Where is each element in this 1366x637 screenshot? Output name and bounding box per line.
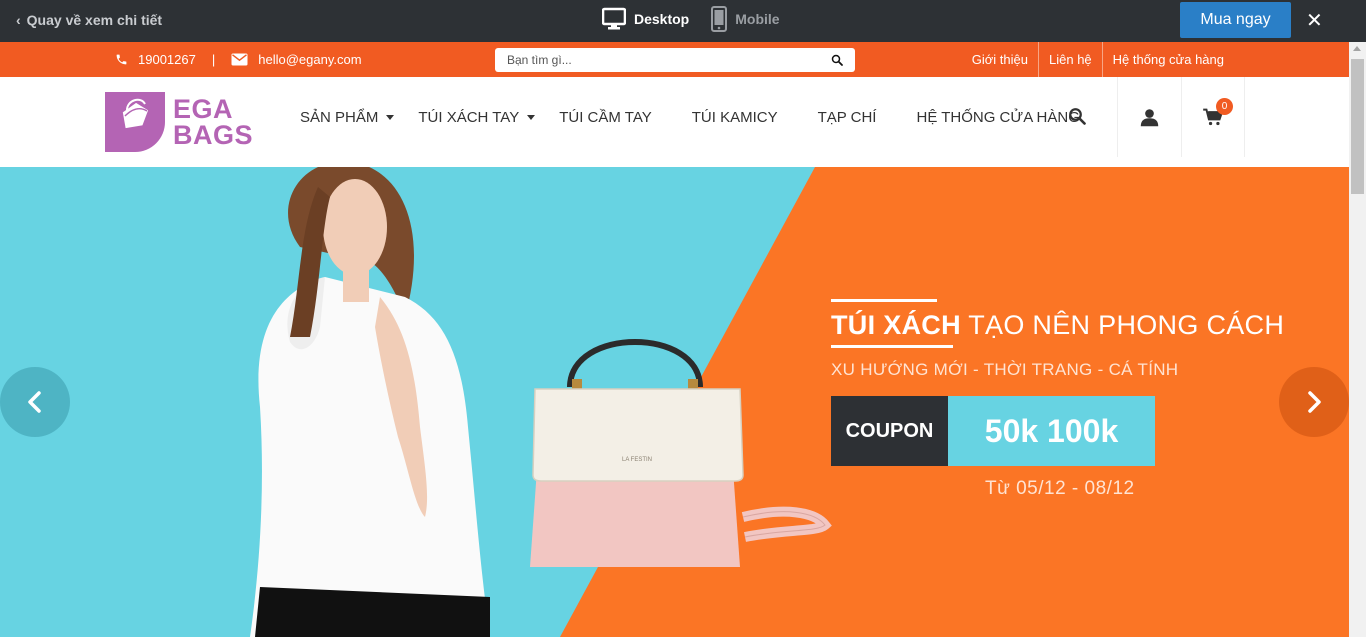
nav-clutches[interactable]: TÚI CẦM TAY xyxy=(559,109,652,126)
nav-clutches-label: TÚI CẦM TAY xyxy=(559,108,652,126)
promo-top-line xyxy=(831,299,937,302)
phone-icon xyxy=(116,54,127,65)
logo-text-line1: EGA xyxy=(173,94,234,124)
mail-icon xyxy=(231,53,248,66)
main-header: EGA BAGS SẢN PHẨM TÚI XÁCH TAY TÚI CẦM T… xyxy=(0,77,1349,167)
contact-info: 19001267 | hello@egany.com xyxy=(115,52,362,67)
nav-magazine[interactable]: TẠP CHÍ xyxy=(818,109,877,126)
nav-magazine-label: TẠP CHÍ xyxy=(817,108,877,126)
nav-handbags-label: TÚI XÁCH TAY xyxy=(418,108,520,126)
back-link-label: Quay về xem chi tiết xyxy=(26,12,163,28)
promo-subtitle: XU HƯỚNG MỚI - THỜI TRANG - CÁ TÍNH xyxy=(831,360,1179,379)
main-nav: SẢN PHẨM TÚI XÁCH TAY TÚI CẦM TAY TÚI KA… xyxy=(300,77,1120,157)
caret-down-icon xyxy=(386,114,395,120)
page-scrollbar[interactable] xyxy=(1349,42,1366,637)
coupon-value: 50k 100k xyxy=(948,396,1155,466)
nav-stores[interactable]: HỆ THỐNG CỬA HÀNG xyxy=(916,109,1079,126)
caret-down-icon xyxy=(527,114,536,120)
top-links: Giới thiệu Liên hệ Hệ thống cửa hàng xyxy=(962,42,1234,77)
link-about[interactable]: Giới thiệu xyxy=(962,42,1038,77)
chevron-left-icon xyxy=(28,391,41,413)
nav-handbags[interactable]: TÚI XÁCH TAY xyxy=(418,108,536,126)
email-address[interactable]: hello@egany.com xyxy=(258,52,361,67)
link-contact[interactable]: Liên hệ xyxy=(1038,42,1102,77)
account-button[interactable] xyxy=(1117,77,1181,157)
nav-stores-label: HỆ THỐNG CỬA HÀNG xyxy=(916,108,1080,126)
chevron-left-icon: ‹ xyxy=(16,12,21,28)
promo-title-rest: TẠO NÊN PHONG CÁCH xyxy=(960,310,1285,340)
header-actions: 0 xyxy=(1117,77,1245,157)
nav-kamicy-label: TÚI KAMICY xyxy=(691,108,778,126)
nav-kamicy[interactable]: TÚI KAMICY xyxy=(692,109,778,126)
scroll-up-arrow-icon[interactable] xyxy=(1353,46,1361,51)
logo-text: EGA BAGS xyxy=(173,94,254,150)
desktop-icon xyxy=(602,7,626,30)
promo-title: TÚI XÁCH TẠO NÊN PHONG CÁCH xyxy=(831,310,1284,341)
logo[interactable]: EGA BAGS xyxy=(105,92,253,152)
preview-bar: ‹ Quay về xem chi tiết Desktop Mobile Mu… xyxy=(0,0,1366,42)
buy-now-button[interactable]: Mua ngay xyxy=(1180,2,1291,38)
nav-products[interactable]: SẢN PHẨM xyxy=(300,108,395,126)
phone-number[interactable]: 19001267 xyxy=(138,52,196,67)
handbag-image: LA FESTIN xyxy=(530,339,832,567)
promo-underline xyxy=(831,345,953,348)
desktop-label: Desktop xyxy=(634,11,690,27)
coupon-label: COUPON xyxy=(831,396,948,466)
link-store-system[interactable]: Hệ thống cửa hàng xyxy=(1101,42,1234,77)
chevron-right-icon xyxy=(1308,391,1321,413)
nav-products-label: SẢN PHẨM xyxy=(300,108,379,126)
user-icon xyxy=(1140,108,1159,126)
mobile-view-button[interactable]: Mobile xyxy=(711,6,780,32)
top-contact-bar: 19001267 | hello@egany.com Giới thiệu Li… xyxy=(0,42,1349,77)
website-preview: 19001267 | hello@egany.com Giới thiệu Li… xyxy=(0,42,1349,637)
slider-prev-button[interactable] xyxy=(0,367,70,437)
cart-count-badge: 0 xyxy=(1216,98,1233,115)
mobile-icon xyxy=(711,6,728,32)
bag-brand-text: LA FESTIN xyxy=(622,457,652,463)
mobile-label: Mobile xyxy=(735,11,780,27)
model-image xyxy=(250,167,490,637)
promo-title-bold: TÚI XÁCH xyxy=(831,310,961,340)
bag-logo-icon xyxy=(105,92,165,152)
scrollbar-thumb[interactable] xyxy=(1351,59,1364,194)
search-bar xyxy=(495,48,855,72)
promo-date: Từ 05/12 - 08/12 xyxy=(985,478,1135,499)
logo-text-line2: BAGS xyxy=(173,120,254,150)
device-switch: Desktop Mobile xyxy=(602,6,780,32)
search-icon xyxy=(1069,108,1086,125)
coupon-box: COUPON 50k 100k xyxy=(831,396,1284,466)
contact-separator: | xyxy=(211,52,216,67)
hero-banner: LA FESTIN TÚI XÁCH TẠO NÊN PHONG CÁCH XU… xyxy=(0,167,1349,637)
close-icon[interactable]: ✕ xyxy=(1306,8,1323,33)
header-search-button[interactable] xyxy=(1068,107,1086,130)
back-to-details-link[interactable]: ‹ Quay về xem chi tiết xyxy=(16,12,162,28)
desktop-view-button[interactable]: Desktop xyxy=(602,7,689,31)
search-input[interactable] xyxy=(507,53,831,67)
promo-block: TÚI XÁCH TẠO NÊN PHONG CÁCH XU HƯỚNG MỚI… xyxy=(831,299,1284,500)
cart-button[interactable]: 0 xyxy=(1181,77,1245,157)
slider-next-button[interactable] xyxy=(1279,367,1349,437)
search-icon[interactable] xyxy=(831,54,843,66)
